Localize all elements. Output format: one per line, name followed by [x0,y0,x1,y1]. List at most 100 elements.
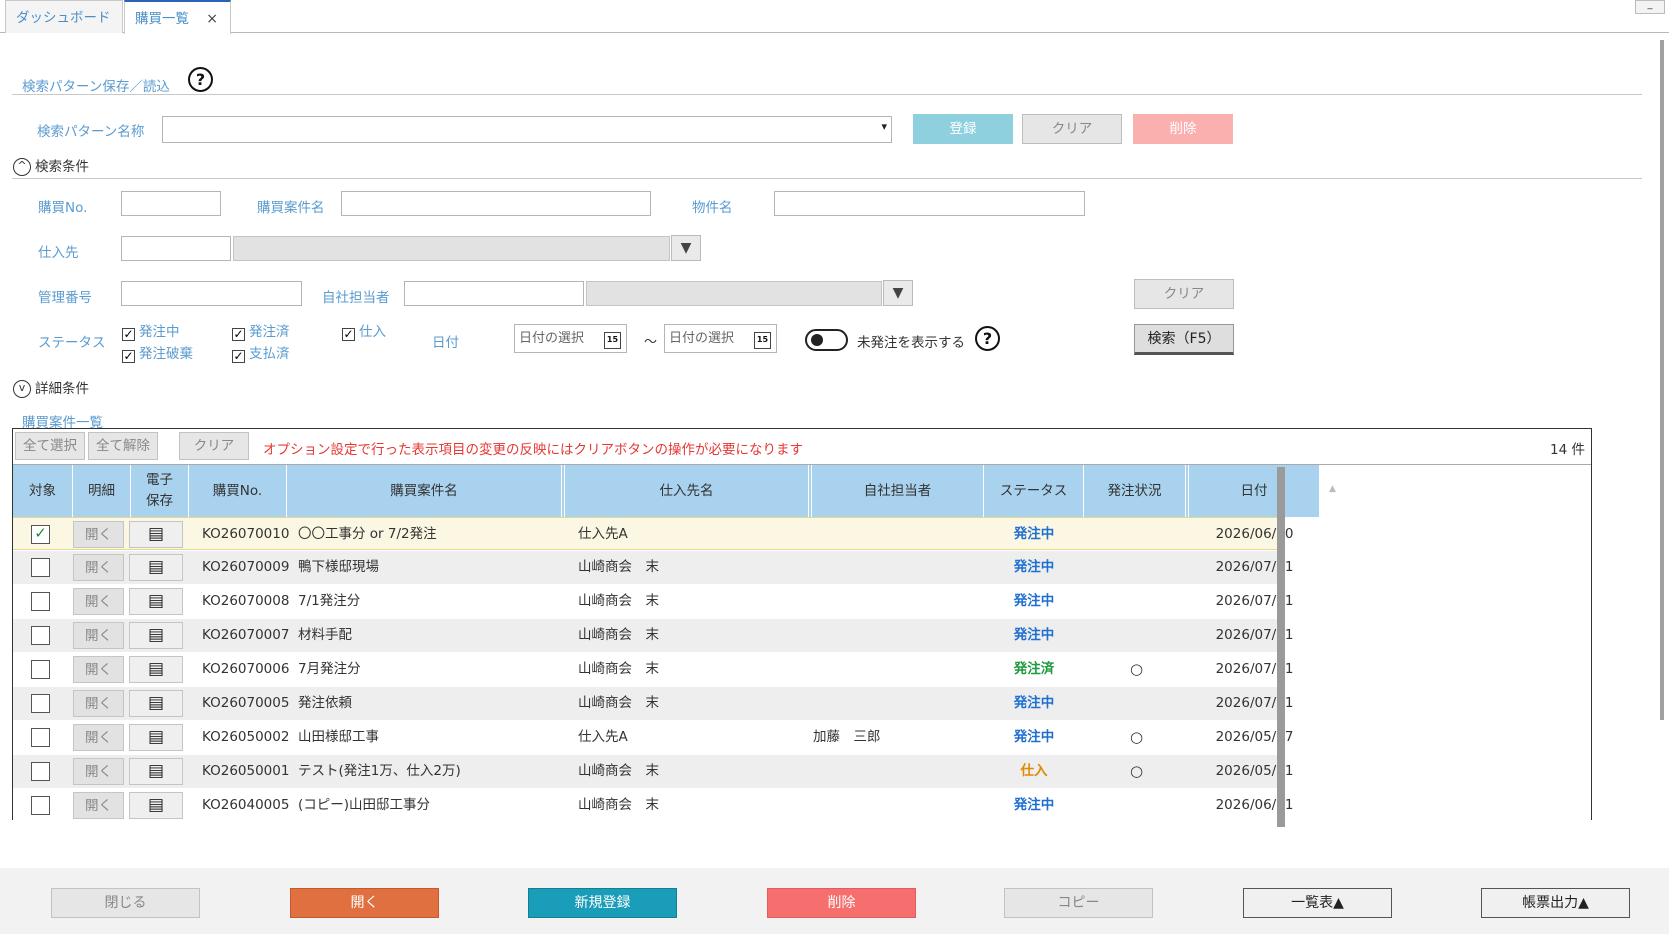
row-open-button[interactable]: 開く [73,622,124,649]
staff-code-input[interactable] [404,281,584,306]
row-checkbox[interactable] [31,592,50,611]
register-button[interactable]: 登録 [913,114,1013,144]
header-staff[interactable]: 自社担当者 [812,465,984,517]
close-icon[interactable]: × [206,2,218,36]
supplier-code-input[interactable] [121,236,231,261]
pattern-name-select[interactable]: ▾ [162,116,892,143]
calendar-icon[interactable]: 15 [754,332,771,349]
row-checkbox[interactable] [31,762,50,781]
report-output-button[interactable]: 帳票出力▲ [1481,888,1630,918]
status-checkbox-ordered[interactable]: ✓ 発注済 [232,320,290,341]
row-open-button[interactable]: 開く [73,724,124,751]
row-open-button[interactable]: 開く [73,690,124,717]
page-scrollbar[interactable] [1660,40,1664,720]
document-icon[interactable]: ▤ [129,792,183,819]
close-button[interactable]: 閉じる [51,888,200,918]
table-row[interactable]: ✓ 開く ▤ KO26070010 〇〇工事分 or 7/2発注 仕入先A 発注中 2026/… [13,517,1293,551]
staff-dropdown-button[interactable]: ▼ [883,280,913,306]
scroll-up-icon[interactable]: ▲ [1329,484,1336,494]
row-checkbox[interactable] [31,728,50,747]
header-order-status[interactable]: 発注状況 [1084,465,1189,517]
status-checkbox-discarded[interactable]: ✓ 発注破棄 [122,342,193,363]
table-row[interactable]: 開く ▤ KO26050002 山田様邸工事 仕入先A 加藤 三郎 発注中 ○ 2026/05/… [13,721,1293,754]
table-row[interactable]: 開く ▤ KO26070006 7月発注分 山崎商会 末 発注済 ○ 2026/07/01 [13,653,1293,686]
document-icon[interactable]: ▤ [129,690,183,717]
unordered-toggle[interactable] [805,329,848,351]
pattern-clear-button[interactable]: クリア [1022,114,1122,144]
row-open-button[interactable]: 開く [73,521,124,548]
date-to-input[interactable]: 日付の選択 15 [664,324,777,353]
minimize-button[interactable]: _ [1635,0,1665,14]
header-purchase-no[interactable]: 購買No. [189,465,287,517]
row-open-button[interactable]: 開く [73,758,124,785]
cell-order-status [1084,518,1189,551]
table-row[interactable]: 開く ▤ KO26070007 材料手配 山崎商会 末 発注中 2026/07/01 [13,619,1293,652]
status-checkbox-stock[interactable]: ✓ 仕入 [342,320,386,341]
table-row[interactable]: 開く ▤ KO26050001 テスト(発注1万、仕入2万) 山崎商会 末 仕入 ○ 2026… [13,755,1293,788]
cell-purchase-no: KO26070005 [202,695,290,711]
list-table-button[interactable]: 一覧表▲ [1243,888,1392,918]
row-checkbox[interactable] [31,694,50,713]
table-row[interactable]: 開く ▤ KO26070005 発注依頼 山崎商会 末 発注中 2026/07/01 [13,687,1293,720]
checkbox[interactable]: ✓ [122,328,135,341]
tab-dashboard[interactable]: ダッシュボード [5,0,123,33]
row-checkbox[interactable] [31,796,50,815]
deselect-all-button[interactable]: 全て解除 [88,432,158,460]
tab-purchase-list[interactable]: 購買一覧 × [124,0,231,34]
case-name-input[interactable] [341,191,651,216]
checkbox[interactable]: ✓ [232,350,245,363]
table-row[interactable]: 開く ▤ KO26040005 (コピー)山田邸工事分 山崎商会 末 発注中 2026/06… [13,789,1293,820]
row-open-button[interactable]: 開く [73,792,124,819]
header-target[interactable]: 対象 [13,465,73,517]
document-icon[interactable]: ▤ [129,656,183,683]
table-row[interactable]: 開く ▤ KO26070009 鴨下様邸現場 山崎商会 末 発注中 2026/07/01 [13,551,1293,584]
cell-supplier-name: 仕入先A [578,526,628,542]
document-icon[interactable]: ▤ [129,724,183,751]
checkbox[interactable]: ✓ [342,328,355,341]
open-button[interactable]: 開く [290,888,439,918]
cell-status: 発注中 [1013,797,1055,813]
purchase-no-input[interactable] [121,191,221,216]
table-row[interactable]: 開く ▤ KO26070008 7/1発注分 山崎商会 末 発注中 2026/07/01 [13,585,1293,618]
status-checkbox-ordering[interactable]: ✓ 発注中 [122,320,180,341]
property-name-input[interactable] [774,191,1085,216]
header-case-name[interactable]: 購買案件名 [287,465,565,517]
date-from-input[interactable]: 日付の選択 15 [514,324,627,353]
document-icon[interactable]: ▤ [129,622,183,649]
select-all-button[interactable]: 全て選択 [15,432,85,460]
row-checkbox[interactable] [31,558,50,577]
checkbox[interactable]: ✓ [122,350,135,363]
row-open-button[interactable]: 開く [73,588,124,615]
header-detail[interactable]: 明細 [73,465,131,517]
help-icon[interactable]: ? [975,326,1000,351]
grid-clear-button[interactable]: クリア [179,432,249,460]
detail-conditions-toggle[interactable]: v 詳細条件 [13,377,89,398]
conditions-clear-button[interactable]: クリア [1134,279,1234,309]
header-e-save[interactable]: 電子 保存 [131,465,189,517]
delete-button[interactable]: 削除 [767,888,916,918]
copy-button[interactable]: コピー [1004,888,1153,918]
row-open-button[interactable]: 開く [73,656,124,683]
supplier-dropdown-button[interactable]: ▼ [671,235,701,261]
row-checkbox[interactable]: ✓ [31,525,50,544]
search-button[interactable]: 検索（F5） [1134,324,1234,355]
help-icon[interactable]: ? [188,67,213,92]
document-icon[interactable]: ▤ [129,521,183,548]
document-icon[interactable]: ▤ [129,758,183,785]
calendar-icon[interactable]: 15 [604,332,621,349]
row-open-button[interactable]: 開く [73,554,124,581]
grid-scrollbar[interactable] [1277,467,1285,827]
header-supplier-name[interactable]: 仕入先名 [565,465,812,517]
search-conditions-toggle[interactable]: ^ 検索条件 [13,155,89,176]
document-icon[interactable]: ▤ [129,588,183,615]
row-checkbox[interactable] [31,626,50,645]
header-status[interactable]: ステータス [984,465,1084,517]
pattern-delete-button[interactable]: 削除 [1133,114,1233,144]
row-checkbox[interactable] [31,660,50,679]
mgmt-no-input[interactable] [121,281,302,306]
status-checkbox-paid[interactable]: ✓ 支払済 [232,342,290,363]
document-icon[interactable]: ▤ [129,554,183,581]
checkbox[interactable]: ✓ [232,328,245,341]
header-date[interactable]: 日付 [1189,465,1320,517]
new-button[interactable]: 新規登録 [528,888,677,918]
